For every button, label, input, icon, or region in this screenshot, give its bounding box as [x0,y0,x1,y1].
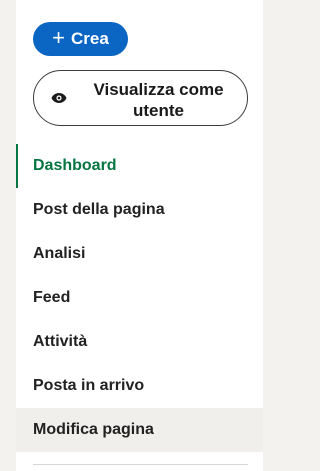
create-button-label: Crea [71,29,109,48]
nav-item-dashboard[interactable]: Dashboard [16,144,263,188]
view-as-user-label: Visualizza come utente [93,80,224,120]
nav-item-label: Feed [33,289,71,306]
nav-item-label: Post della pagina [33,201,165,218]
nav-item-label: Posta in arrivo [33,377,145,394]
active-indicator [16,144,18,188]
nav-item-page-posts[interactable]: Post della pagina [16,188,263,232]
create-button[interactable]: + Crea [33,22,128,56]
plus-icon: + [52,25,66,50]
nav-item-analytics[interactable]: Analisi [16,232,263,276]
nav-item-activity[interactable]: Attività [16,320,263,364]
nav-item-feed[interactable]: Feed [16,276,263,320]
eye-icon [51,93,67,103]
page-admin-nav: Dashboard Post della pagina Analisi Feed… [16,144,263,452]
nav-item-label: Dashboard [33,157,117,174]
view-as-user-button[interactable]: Visualizza come utente [33,70,248,126]
nav-item-label: Attività [33,333,88,350]
nav-item-label: Modifica pagina [33,421,154,438]
nav-item-edit-page[interactable]: Modifica pagina [16,408,263,452]
nav-item-inbox[interactable]: Posta in arrivo [16,364,263,408]
nav-item-label: Analisi [33,245,86,262]
sidebar-panel: + Crea Visualizza come utente Dashboard … [16,0,263,471]
divider [33,464,248,465]
